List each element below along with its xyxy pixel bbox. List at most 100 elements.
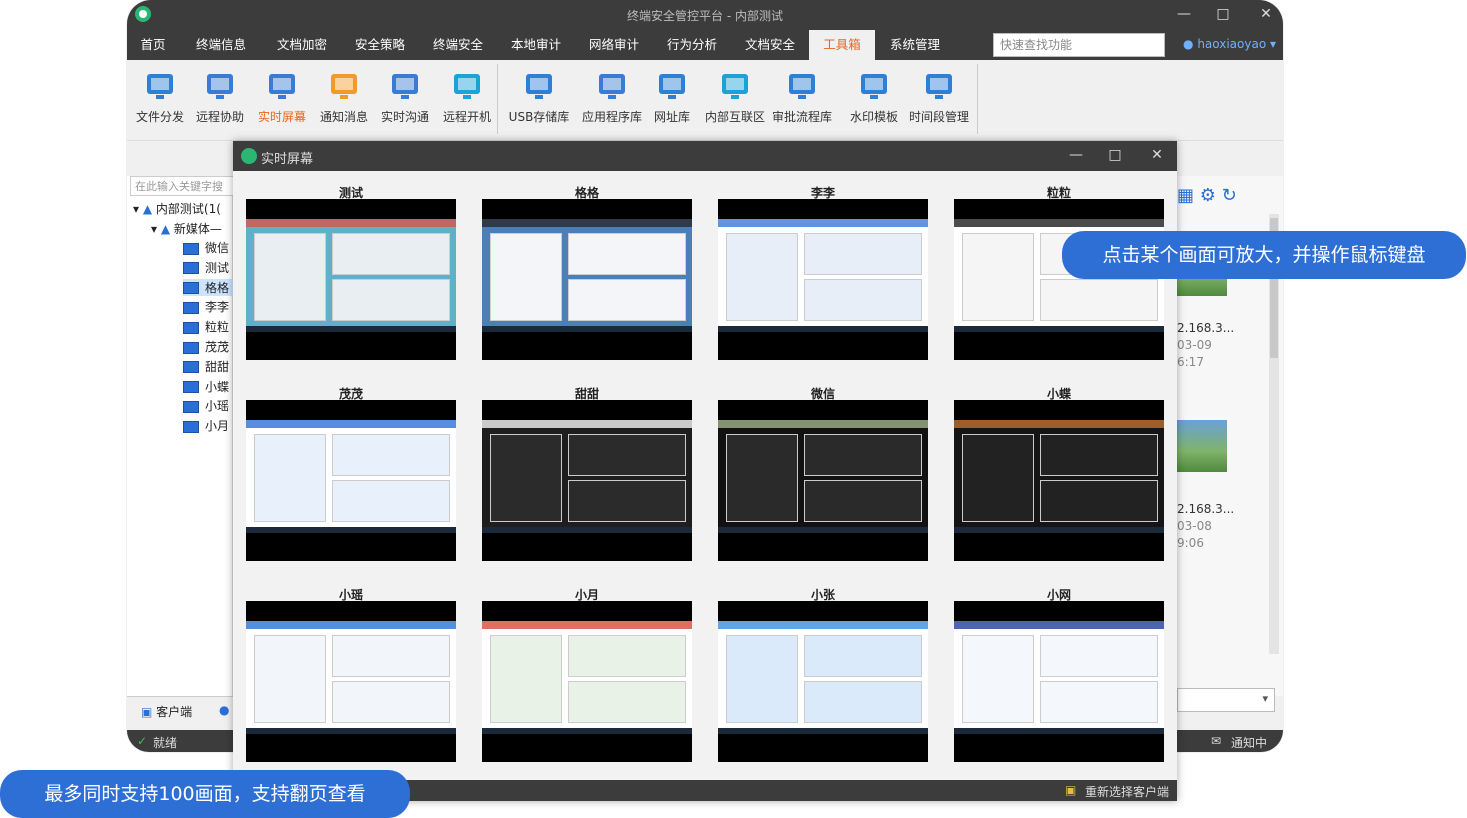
tool-button[interactable]: 远程协助 <box>189 68 251 125</box>
chat-icon <box>392 74 418 99</box>
thumbnail-image[interactable] <box>1177 420 1227 472</box>
user-icon: ● <box>1183 37 1194 51</box>
tree-client-item[interactable]: 小蝶 <box>183 378 233 395</box>
tool-button[interactable]: 实时沟通 <box>374 68 436 125</box>
globe-icon <box>659 74 685 99</box>
live-screen-view[interactable] <box>718 601 928 762</box>
check-icon: ✓ <box>137 734 148 748</box>
tree-client-item[interactable]: 测试 <box>183 259 233 276</box>
menu-item[interactable]: 网络审计 <box>575 30 653 60</box>
tool-label: USB存储库 <box>508 110 570 124</box>
client-tree-panel: 在此输入关键字搜 ▾ ▲ 内部测试(1( ▾ ▲ 新媒体— 微信测试格格李李粒粒… <box>127 176 250 696</box>
screen-cell[interactable]: 小网 <box>954 586 1164 762</box>
scrollbar[interactable] <box>1269 214 1279 654</box>
menu-item[interactable]: 文档安全 <box>731 30 809 60</box>
tree-client-item[interactable]: 甜甜 <box>183 358 233 375</box>
close-icon[interactable]: ✕ <box>1146 145 1168 165</box>
collapse-icon: ▾ <box>151 222 158 236</box>
client-dropdown[interactable]: ▾ <box>1177 688 1275 712</box>
live-screen-dialog: 实时屏幕 — □ ✕ 测试 格格 李李 粒粒 茂茂 甜甜 微信 小蝶 小瑶 小月 小张 小网 ▣ 重新… <box>233 141 1177 801</box>
tool-button[interactable]: USB存储库 <box>503 68 575 125</box>
menu-item[interactable]: 行为分析 <box>653 30 731 60</box>
screen-cell[interactable]: 小张 <box>718 586 928 762</box>
screen-cell[interactable]: 小瑶 <box>246 586 456 762</box>
tool-label: 实时屏幕 <box>257 110 306 124</box>
book-icon[interactable]: ▦ <box>1177 185 1194 206</box>
live-screen-view[interactable] <box>482 601 692 762</box>
live-screen-view[interactable] <box>954 199 1164 360</box>
live-screen-view[interactable] <box>246 400 456 561</box>
maximize-icon[interactable]: □ <box>1212 4 1234 24</box>
org-icon: ▲ <box>142 202 153 216</box>
tool-button[interactable]: 应用程序库 <box>576 68 648 125</box>
tool-label: 水印模板 <box>849 110 898 124</box>
tree-client-item[interactable]: 李李 <box>183 298 233 315</box>
screen-cell[interactable]: 茂茂 <box>246 385 456 561</box>
tool-button[interactable]: 审批流程库 <box>771 68 833 125</box>
tool-label: 实时沟通 <box>380 110 429 124</box>
menu-item[interactable]: 工具箱 <box>809 30 875 60</box>
tool-label: 网址库 <box>653 110 690 124</box>
maximize-icon[interactable]: □ <box>1104 145 1126 165</box>
client-time: 9:06 <box>1177 536 1204 550</box>
live-screen-view[interactable] <box>482 400 692 561</box>
screen-cell[interactable]: 格格 <box>482 184 692 360</box>
refresh-icon[interactable]: ↻ <box>1222 185 1237 206</box>
close-icon[interactable]: ✕ <box>1255 4 1277 24</box>
tool-button[interactable]: 内部互联区 <box>699 68 771 125</box>
minimize-icon[interactable]: — <box>1065 145 1087 165</box>
tree-client-item[interactable]: 微信 <box>183 239 233 256</box>
live-screen-view[interactable] <box>482 199 692 360</box>
tool-label: 通知消息 <box>319 110 368 124</box>
screen-cell[interactable]: 李李 <box>718 184 928 360</box>
tool-button[interactable]: 远程开机 <box>436 68 498 125</box>
screen-cell[interactable]: 小月 <box>482 586 692 762</box>
screen-cell[interactable]: 甜甜 <box>482 385 692 561</box>
tree-root[interactable]: ▾ ▲ 内部测试(1( <box>133 200 221 217</box>
live-screen-view[interactable] <box>246 601 456 762</box>
minimize-icon[interactable]: — <box>1173 4 1195 24</box>
menu-item[interactable]: 终端安全 <box>419 30 497 60</box>
tool-button[interactable]: 文件分发 <box>129 68 191 125</box>
live-screen-view[interactable] <box>954 400 1164 561</box>
tool-button[interactable]: 实时屏幕 <box>251 68 313 125</box>
live-screen-view[interactable] <box>954 601 1164 762</box>
tab-users[interactable]: ● <box>219 703 229 717</box>
feature-search-input[interactable]: 快速查找功能 <box>993 33 1165 57</box>
live-screen-view[interactable] <box>246 199 456 360</box>
client-time: 6:17 <box>1177 355 1204 369</box>
menu-item[interactable]: 文档加密 <box>263 30 341 60</box>
settings-icon[interactable]: ⚙ <box>1200 185 1216 206</box>
live-screen-view[interactable] <box>718 199 928 360</box>
tree-client-item[interactable]: 格格 <box>183 278 233 296</box>
tool-button[interactable]: 时间段管理 <box>903 68 975 125</box>
tool-label: 远程开机 <box>442 110 491 124</box>
tree-client-item[interactable]: 粒粒 <box>183 318 233 335</box>
right-toolbar-icons: ▦ ⚙ ↻ <box>1177 185 1237 206</box>
tree-client-item[interactable]: 小瑶 <box>183 397 233 414</box>
tool-button[interactable]: 水印模板 <box>843 68 905 125</box>
live-screen-view[interactable] <box>718 400 928 561</box>
screen-cell[interactable]: 小蝶 <box>954 385 1164 561</box>
menu-item[interactable]: 首页 <box>127 30 179 60</box>
menu-item[interactable]: 安全策略 <box>341 30 419 60</box>
tree-client-item[interactable]: 小月 <box>183 417 233 434</box>
tool-button[interactable]: 通知消息 <box>313 68 375 125</box>
remote-boot-icon <box>454 74 480 99</box>
tree-group[interactable]: ▾ ▲ 新媒体— <box>151 220 222 237</box>
callout-paging: 最多同时支持100画面，支持翻页查看 <box>0 770 410 818</box>
screen-cell[interactable]: 微信 <box>718 385 928 561</box>
tab-clients[interactable]: ▣ 客户端 <box>141 703 192 720</box>
screen-cell[interactable]: 测试 <box>246 184 456 360</box>
tree-search-input[interactable]: 在此输入关键字搜 <box>130 176 250 196</box>
status-notify[interactable]: 通知中 <box>1231 734 1267 751</box>
monitor-icon <box>183 242 199 255</box>
tree-client-item[interactable]: 茂茂 <box>183 338 233 355</box>
chevron-down-icon: ▾ <box>1262 692 1268 705</box>
user-menu[interactable]: ● haoxiaoyao ▾ <box>1183 37 1276 51</box>
menu-item[interactable]: 本地审计 <box>497 30 575 60</box>
tool-button[interactable]: 网址库 <box>641 68 703 125</box>
menu-item[interactable]: 系统管理 <box>875 30 955 60</box>
reselect-client-button[interactable]: 重新选择客户端 <box>1085 783 1169 800</box>
menu-item[interactable]: 终端信息 <box>179 30 263 60</box>
